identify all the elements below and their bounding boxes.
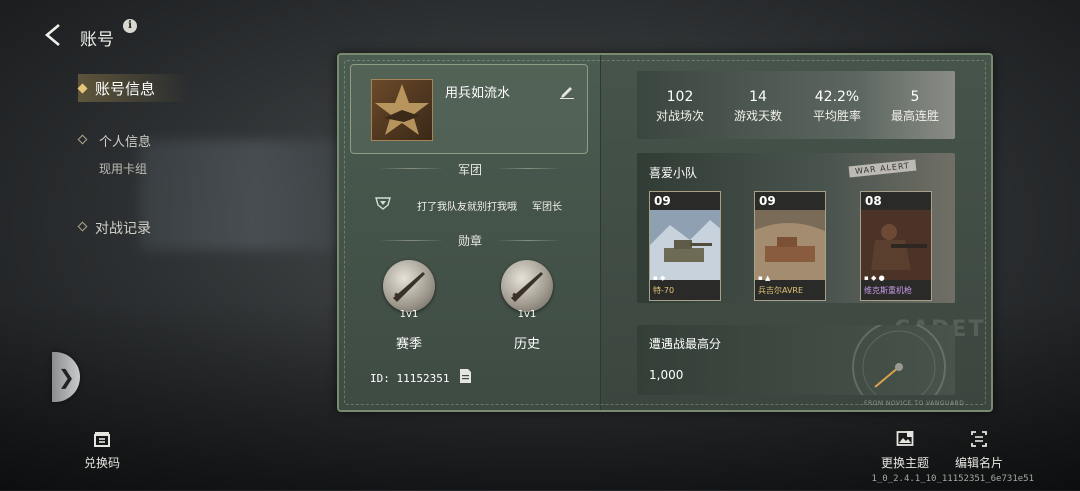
nav-dot-icon — [77, 221, 88, 232]
unit-type-icons: ▪ ◆ ● — [864, 274, 885, 282]
medals-section-title: 勋章 — [457, 234, 482, 248]
profile-box: 用兵如流水 — [350, 64, 588, 154]
nav-item-battle-records[interactable]: 对战记录 — [95, 218, 151, 238]
stat-days: 14 游戏天数 — [723, 89, 793, 124]
background-blur — [140, 140, 370, 250]
history-medal[interactable] — [501, 260, 553, 312]
unit-name: 兵吉尔AVRE — [758, 286, 804, 295]
legion-badge-icon — [375, 197, 391, 210]
star-emblem-icon — [375, 84, 429, 135]
history-medal-tag: 1v1 — [517, 309, 537, 320]
divider — [496, 240, 561, 241]
speedometer-icon — [852, 325, 946, 395]
unit-name: 特-70 — [653, 286, 675, 295]
stat-label: 游戏天数 — [733, 109, 782, 123]
legion-role: 军团长 — [532, 202, 562, 213]
copy-icon[interactable] — [459, 368, 472, 384]
unit-type-icons: ▪ ◆ — [653, 274, 666, 282]
stat-value: 5 — [910, 89, 920, 105]
season-medal-tag: 1v1 — [399, 309, 419, 320]
gift-code-icon — [94, 432, 110, 447]
machine-gun-art-icon — [861, 210, 931, 280]
stats-panel: 102 对战场次 14 游戏天数 42.2% 平均胜率 5 最高连胜 — [637, 71, 955, 139]
unit-card[interactable]: 09 ▪ ▲ 兵吉尔AVRE — [754, 191, 826, 301]
chevron-right-icon: ❯ — [58, 365, 75, 389]
stat-value: 14 — [749, 89, 767, 105]
unit-name: 维克斯重机枪 — [864, 286, 912, 295]
stat-label: 平均胜率 — [812, 109, 861, 123]
tank-art-icon — [650, 210, 720, 280]
stat-streak: 5 最高连胜 — [880, 89, 950, 124]
tank-art-icon — [755, 210, 825, 280]
encounter-score: 1,000 — [649, 368, 684, 382]
divider — [496, 168, 561, 169]
stat-value: 42.2% — [814, 89, 860, 105]
player-id: ID: 11152351 — [370, 372, 450, 385]
season-medal-label: 赛季 — [395, 337, 422, 352]
nav-item-account-info[interactable]: 账号信息 — [95, 78, 155, 99]
war-alert-tag: WAR ALERT — [848, 159, 917, 178]
stat-label: 最高连胜 — [890, 109, 939, 123]
novice-motto: FROM NOVICE TO VANGUARD — [864, 400, 965, 407]
stat-battles: 102 对战场次 — [645, 89, 715, 124]
season-medal[interactable] — [383, 260, 435, 312]
redeem-code-button[interactable]: 兑换码 — [82, 430, 122, 471]
edit-pencil-icon[interactable] — [559, 83, 575, 99]
unit-card[interactable]: 08 ▪ ◆ ● 维克斯重机枪 — [860, 191, 932, 301]
unit-level: 09 — [759, 194, 776, 208]
rifle-medal-icon — [511, 272, 543, 302]
image-theme-icon — [896, 431, 914, 446]
legion-section-title: 军团 — [457, 163, 482, 177]
info-icon[interactable]: i — [123, 19, 137, 33]
legion-name: 打了我队友就别打我哦 — [417, 202, 517, 213]
version-string: 1_0_2.4.1_10_11152351_6e731e51 — [871, 474, 1034, 484]
squad-title: 喜爱小队 — [649, 166, 698, 180]
nav-item-current-deck[interactable]: 现用卡组 — [99, 160, 147, 177]
back-arrow-icon[interactable] — [40, 22, 66, 48]
stat-value: 102 — [666, 89, 694, 105]
encounter-best-panel: 遭遇战最高分 1,000 — [637, 325, 955, 395]
change-theme-button[interactable]: 更换主题 — [877, 430, 933, 471]
encounter-title: 遭遇战最高分 — [649, 337, 722, 351]
page-title: 账号 — [80, 30, 114, 50]
favorite-squad-panel: 喜爱小队 WAR ALERT 09 ▪ ◆ 特-70 09 ▪ ▲ 兵吉尔AVR… — [637, 153, 955, 303]
nav-dot-icon — [77, 134, 88, 145]
change-theme-label: 更换主题 — [880, 456, 929, 470]
player-name: 用兵如流水 — [445, 86, 511, 101]
namecard-icon — [971, 431, 987, 447]
rifle-medal-icon — [393, 272, 425, 302]
history-medal-label: 历史 — [513, 337, 540, 352]
avatar[interactable] — [371, 79, 433, 141]
stat-label: 对战场次 — [655, 109, 704, 123]
stat-winrate: 42.2% 平均胜率 — [802, 89, 872, 124]
nav-item-personal-info[interactable]: 个人信息 — [99, 131, 151, 150]
unit-level: 08 — [865, 194, 882, 208]
edit-namecard-button[interactable]: 编辑名片 — [951, 430, 1007, 471]
account-card: 用兵如流水 军团 打了我队友就别打我哦 军团长 勋章 1v1 赛季 1v1 历史… — [337, 53, 993, 412]
unit-level: 09 — [654, 194, 671, 208]
unit-type-icons: ▪ ▲ — [758, 274, 771, 282]
unit-card[interactable]: 09 ▪ ◆ 特-70 — [649, 191, 721, 301]
edit-namecard-label: 编辑名片 — [954, 456, 1003, 470]
redeem-code-label: 兑换码 — [83, 456, 120, 470]
